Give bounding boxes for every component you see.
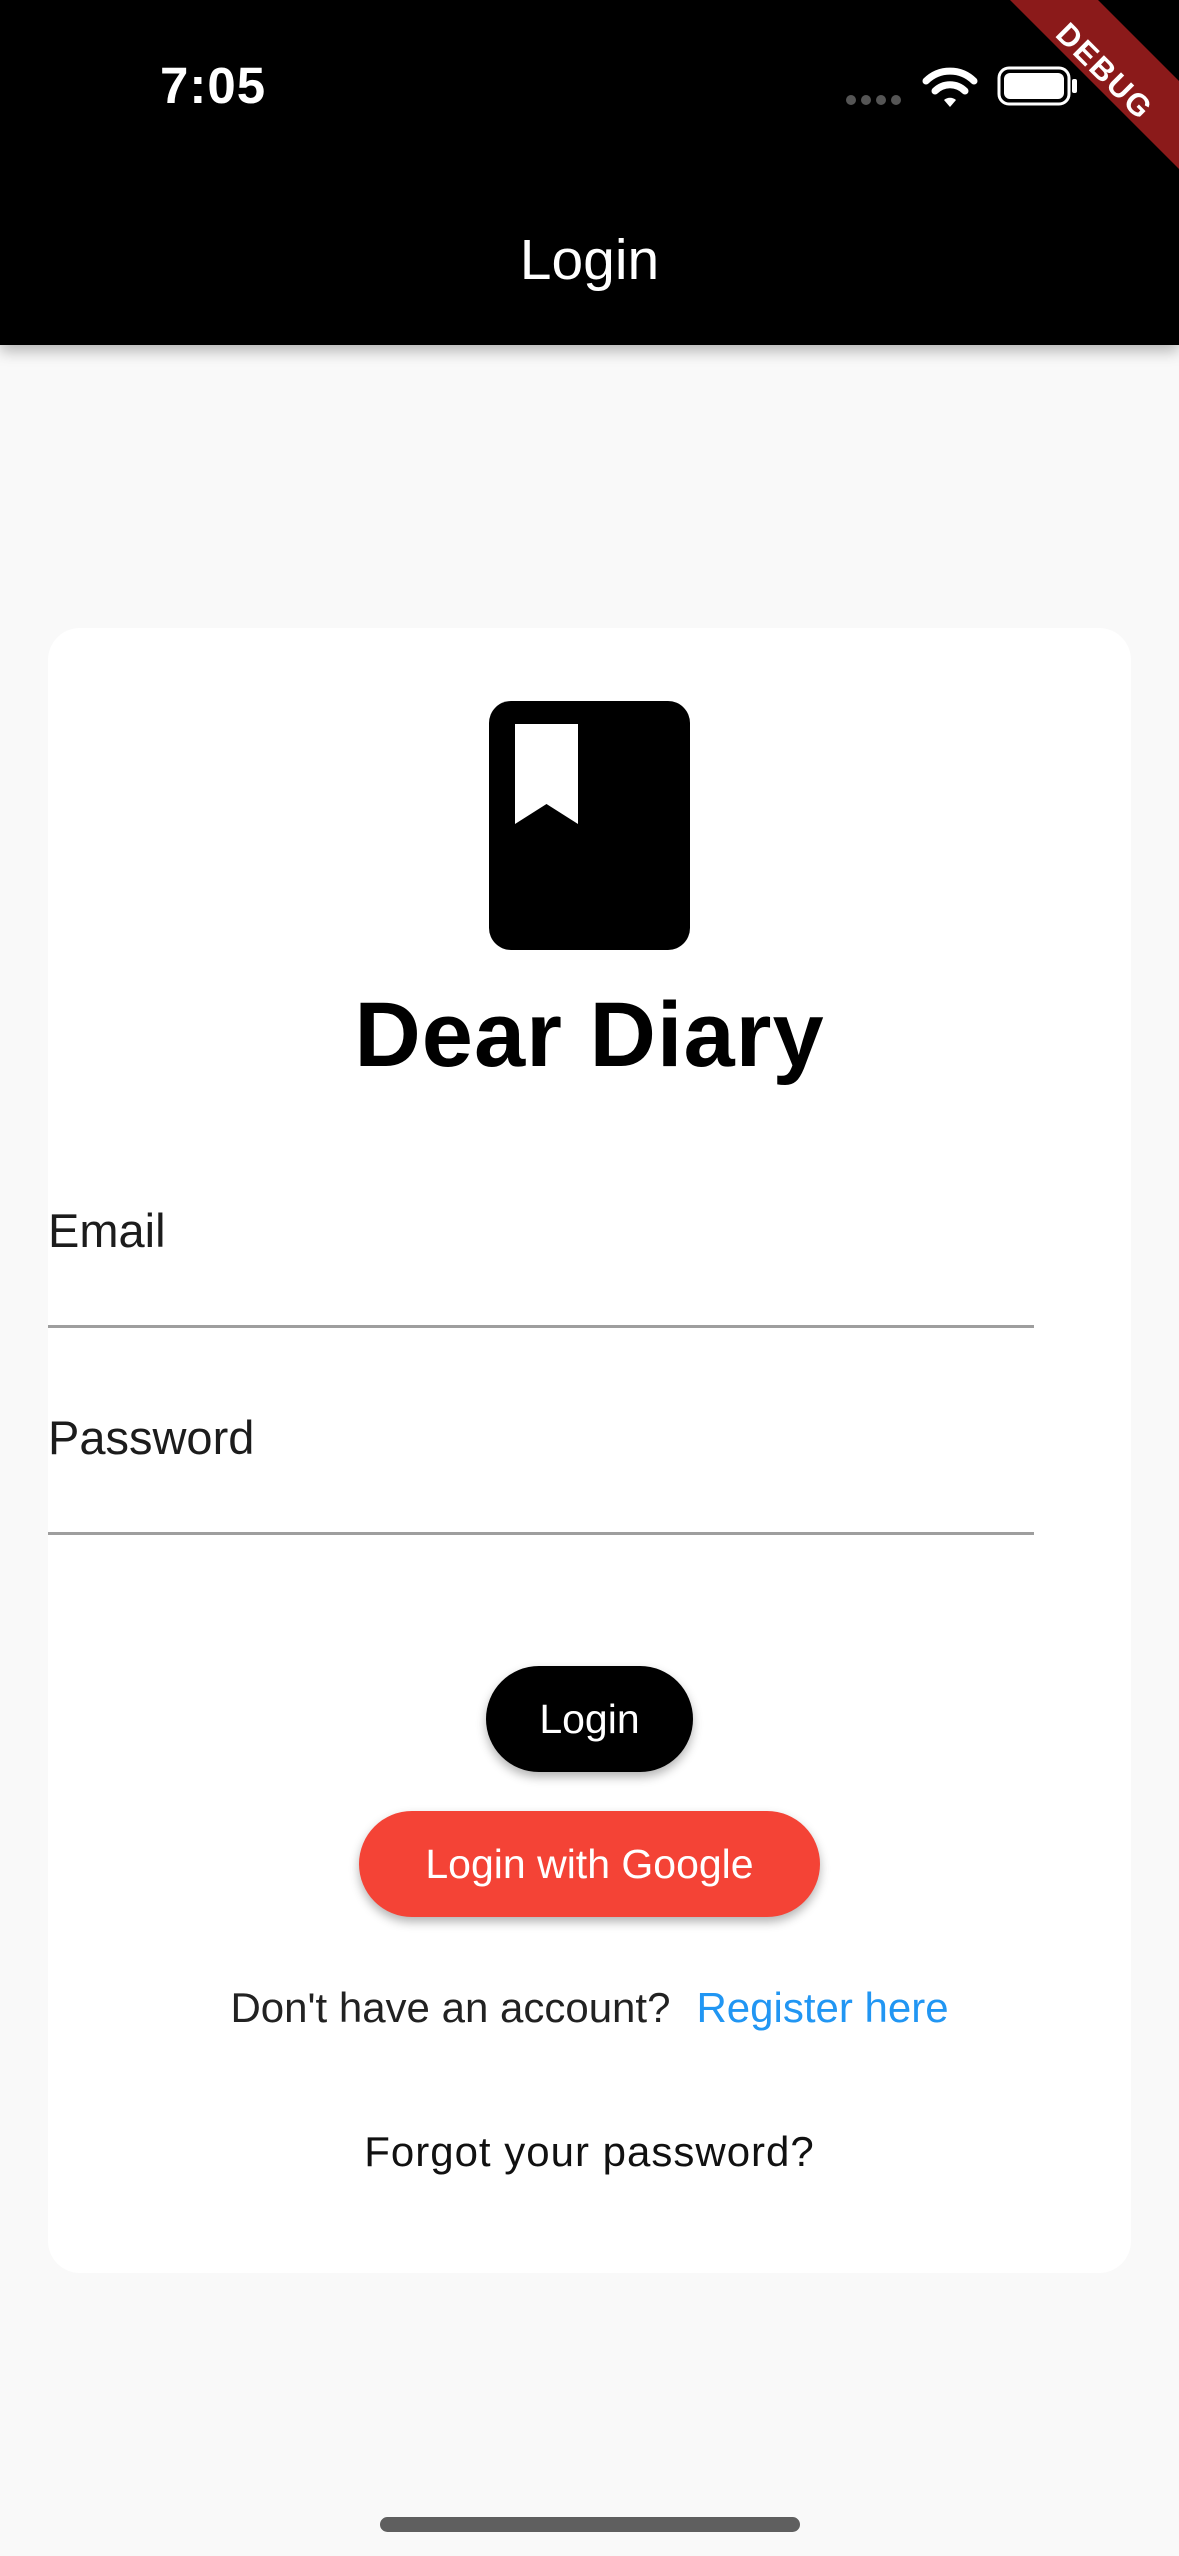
battery-icon — [997, 66, 1077, 106]
login-with-google-button[interactable]: Login with Google — [359, 1811, 820, 1917]
app-bar: 7:05 Login — [0, 0, 1179, 345]
status-time: 7:05 — [160, 57, 267, 114]
register-row: Don't have an account? Register here — [0, 1978, 1179, 2038]
home-indicator[interactable] — [380, 2517, 800, 2532]
forgot-password-link[interactable]: Forgot your password? — [0, 2122, 1179, 2182]
page-title: Login — [519, 228, 660, 292]
register-link[interactable]: Register here — [696, 1984, 948, 2031]
login-button[interactable]: Login — [486, 1666, 693, 1772]
register-prompt: Don't have an account? — [230, 1984, 671, 2031]
bookmark-book-icon — [489, 701, 690, 950]
app-name: Dear Diary — [354, 984, 825, 1086]
signal-dots-icon — [846, 95, 901, 105]
wifi-icon — [922, 67, 978, 107]
password-field[interactable]: Password — [48, 1392, 1034, 1535]
email-field[interactable]: Email — [48, 1185, 1034, 1328]
email-label: Email — [48, 1204, 166, 1257]
password-label: Password — [48, 1411, 255, 1464]
